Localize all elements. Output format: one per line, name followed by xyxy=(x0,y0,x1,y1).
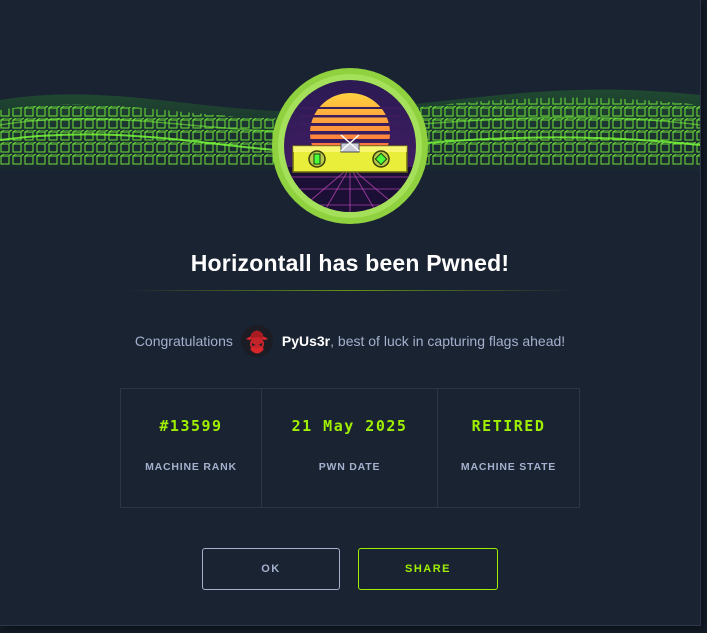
congrats-message: Congratulations PyUs3r , best of luck in… xyxy=(0,325,700,357)
machine-state-label: MACHINE STATE xyxy=(460,461,557,473)
machine-rank-value: #13599 xyxy=(159,417,223,435)
congrats-prefix: Congratulations xyxy=(134,333,233,349)
pwn-date-label: PWN DATE xyxy=(318,461,381,473)
background-page-bottom xyxy=(0,625,707,633)
hacker-avatar-icon xyxy=(240,325,273,357)
pwned-title: Horizontall has been Pwned! xyxy=(190,250,510,276)
machine-rank-label: MACHINE RANK xyxy=(145,461,237,473)
stat-pwn-date: 21 May 2025 PWN DATE xyxy=(262,389,438,507)
username-link[interactable]: PyUs3r xyxy=(282,333,330,349)
title-divider xyxy=(125,290,575,291)
pwn-date-value: 21 May 2025 xyxy=(291,417,408,435)
ok-button[interactable]: OK xyxy=(202,548,340,590)
pwned-modal: Horizontall has been Pwned! Congratulati… xyxy=(0,0,701,626)
stat-machine-state: RETIRED MACHINE STATE xyxy=(438,389,579,507)
background-page-right xyxy=(700,0,707,633)
stats-panel: #13599 MACHINE RANK 21 May 2025 PWN DATE… xyxy=(120,388,580,508)
share-button[interactable]: SHARE xyxy=(358,548,498,590)
congrats-suffix: , best of luck in capturing flags ahead! xyxy=(330,333,566,349)
stat-machine-rank: #13599 MACHINE RANK xyxy=(121,389,262,507)
machine-state-value: RETIRED xyxy=(471,417,546,435)
machine-avatar-icon xyxy=(272,68,428,224)
